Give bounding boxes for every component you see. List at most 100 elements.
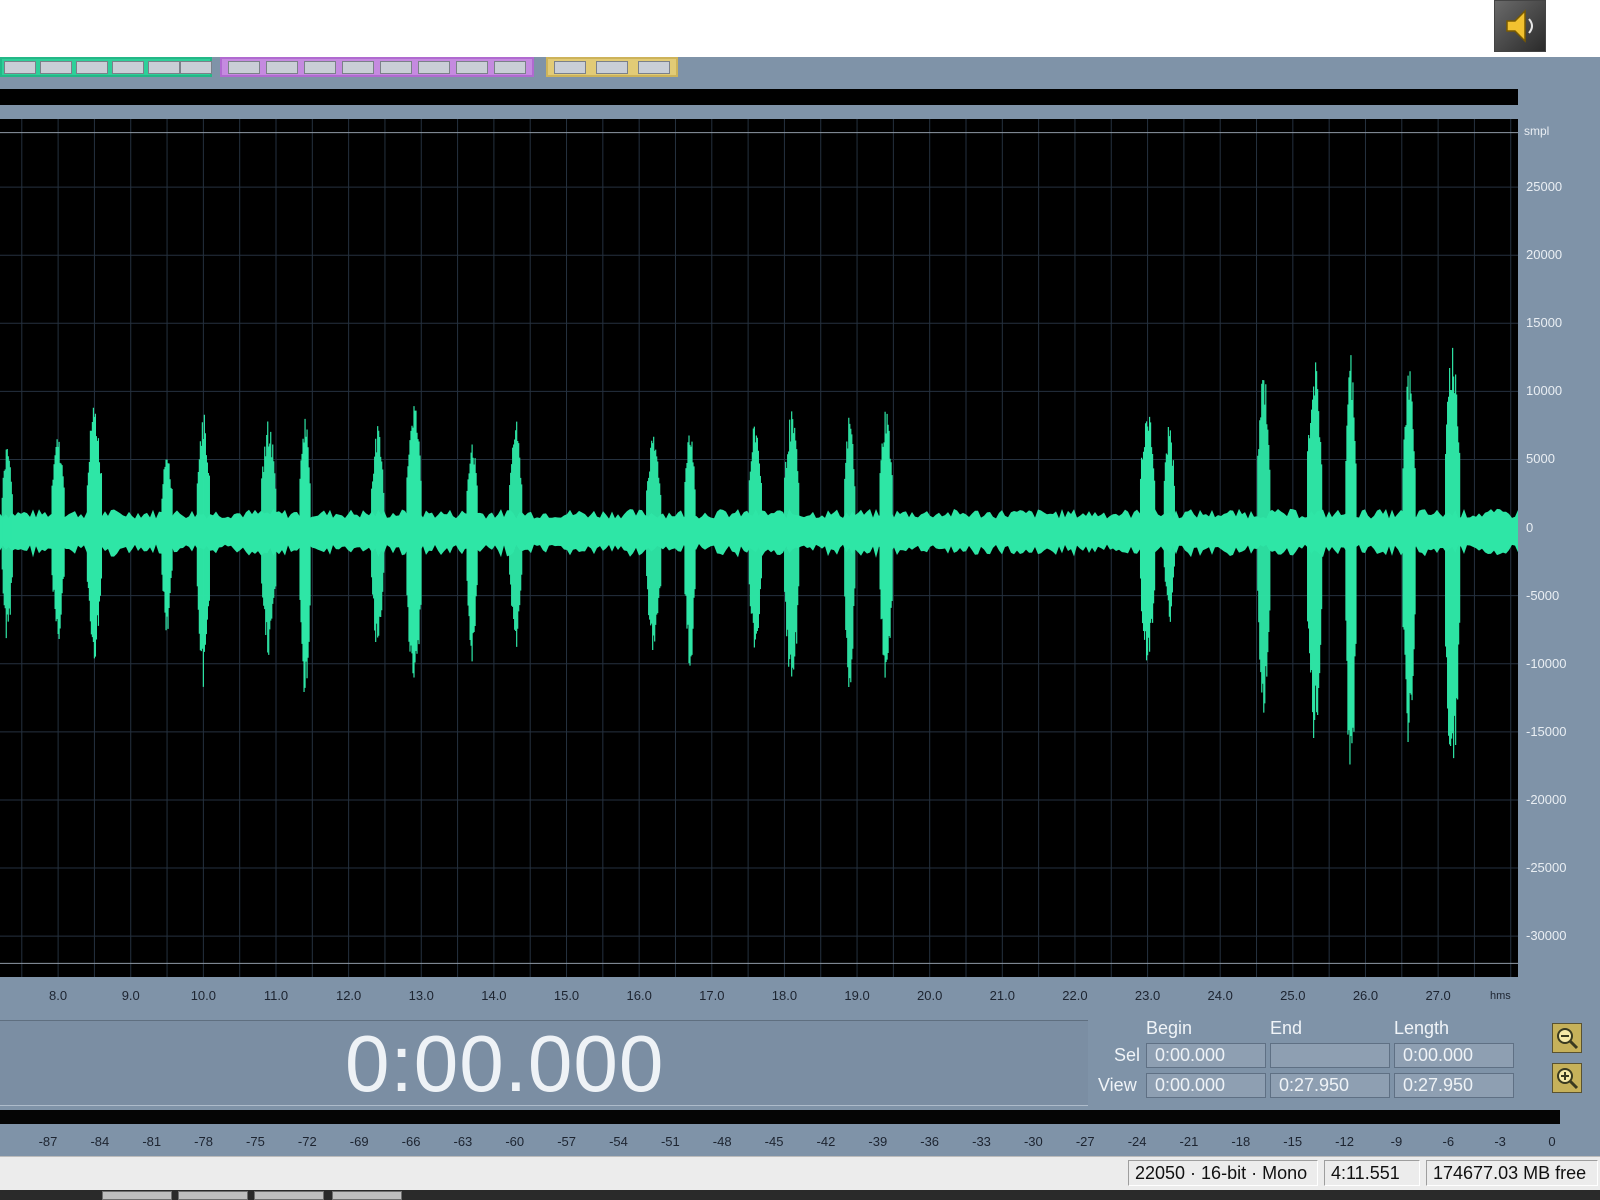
toolbar-button[interactable] (112, 61, 144, 74)
amplitude-tick-label: -10000 (1526, 655, 1567, 671)
status-duration: 4:11.551 (1324, 1160, 1420, 1186)
waveform-burst (261, 421, 277, 655)
toolbar-button[interactable] (638, 61, 670, 74)
toolbar-button[interactable] (228, 61, 260, 74)
level-meter-tick-label: -15 (1283, 1134, 1303, 1149)
waveform-burst (879, 411, 893, 678)
speaker-icon[interactable] (1494, 0, 1546, 52)
sel-begin-field[interactable]: 0:00.000 (1146, 1043, 1266, 1068)
toolbar-button[interactable] (148, 61, 180, 74)
end-header: End (1270, 1018, 1303, 1038)
view-row-label: View (1098, 1075, 1137, 1095)
taskbar-button[interactable] (178, 1191, 248, 1200)
amplitude-tick-label: 15000 (1526, 315, 1563, 331)
waveform-burst (406, 406, 422, 678)
level-meter-tick-label: -21 (1179, 1134, 1199, 1149)
toolbar-button[interactable] (418, 61, 450, 74)
amplitude-unit: smpl (1524, 124, 1550, 138)
toolbar-button[interactable] (4, 61, 36, 74)
toolbar-button[interactable] (304, 61, 336, 74)
waveform-burst (1257, 380, 1271, 713)
waveform-burst (1402, 371, 1416, 742)
waveform-burst (646, 436, 662, 651)
toolbar-group-transport (0, 57, 212, 77)
amplitude-tick-label: -20000 (1526, 791, 1567, 807)
overview-bar[interactable] (0, 89, 1518, 105)
toolbar-button[interactable] (380, 61, 412, 74)
waveform-burst (161, 459, 173, 631)
waveform-burst (1445, 347, 1461, 759)
level-meter-tick-label: -66 (401, 1134, 421, 1149)
level-meter-tick-label: -27 (1075, 1134, 1095, 1149)
level-meter-tick-label: -87 (38, 1134, 58, 1149)
current-time-display: 0:00.000 (345, 1019, 665, 1108)
level-meter-tick-label: -81 (142, 1134, 162, 1149)
toolbar-button[interactable] (342, 61, 374, 74)
time-tick-label: 16.0 (626, 988, 652, 1003)
ruler-corner (1518, 980, 1586, 1002)
level-meter-tick-label: -18 (1231, 1134, 1251, 1149)
level-meter-tick-label: -63 (453, 1134, 473, 1149)
level-meter-tick-label: -51 (660, 1134, 680, 1149)
sel-end-field[interactable] (1270, 1043, 1390, 1068)
amplitude-tick-label: -5000 (1526, 587, 1560, 603)
amplitude-tick-label: 5000 (1526, 451, 1555, 467)
zoom-full-icon[interactable] (1552, 1063, 1582, 1093)
taskbar-button[interactable] (254, 1191, 324, 1200)
time-tick-label: 18.0 (771, 988, 798, 1003)
level-meter-tick-label: -42 (816, 1134, 836, 1149)
level-meter-tick-label: -78 (194, 1134, 213, 1149)
toolbar-button[interactable] (266, 61, 298, 74)
status-format: 22050 · 16-bit · Mono (1128, 1160, 1318, 1186)
length-header: Length (1394, 1018, 1450, 1038)
level-meter-tick-label: -45 (764, 1134, 784, 1149)
time-tick-label: 9.0 (121, 988, 140, 1003)
level-meter-tick-label: -9 (1390, 1134, 1403, 1149)
sel-row-label: Sel (1114, 1045, 1141, 1065)
toolbar-button[interactable] (596, 61, 628, 74)
status-free-space: 174677.03 MB free (1426, 1160, 1598, 1186)
level-meter-tick-label: -84 (90, 1134, 110, 1149)
waveform-burst (86, 407, 103, 659)
toolbar-group-edit (220, 57, 534, 77)
amplitude-tick-label: -25000 (1526, 860, 1567, 876)
amplitude-tick-label: 10000 (1526, 383, 1563, 399)
waveform-view[interactable] (0, 119, 1518, 977)
taskbar-button[interactable] (102, 1191, 172, 1200)
time-tick-label: 14.0 (481, 988, 507, 1003)
view-end-field[interactable]: 0:27.950 (1270, 1073, 1390, 1098)
sel-length-field[interactable]: 0:00.000 (1394, 1043, 1514, 1068)
view-length-field[interactable]: 0:27.950 (1394, 1073, 1514, 1098)
level-meter-tick-label: -60 (505, 1134, 525, 1149)
amplitude-tick-label: 20000 (1526, 247, 1563, 263)
level-meter-tick-label: -12 (1335, 1134, 1354, 1149)
time-tick-label: 27.0 (1425, 988, 1451, 1003)
level-meter-tick-label: -54 (609, 1134, 628, 1149)
time-tick-label: 12.0 (335, 988, 362, 1003)
taskbar-button[interactable] (332, 1191, 402, 1200)
toolbar-button[interactable] (180, 61, 212, 74)
time-tick-label: 20.0 (917, 988, 943, 1003)
waveform-burst (1139, 416, 1156, 661)
zoom-in-icon[interactable] (1552, 1023, 1582, 1053)
waveform-burst (1163, 426, 1175, 622)
toolbar-button[interactable] (40, 61, 72, 74)
level-meter-tick-label: -24 (1127, 1134, 1147, 1149)
begin-header: Begin (1146, 1018, 1193, 1038)
level-meter-tick-label: -33 (972, 1134, 991, 1149)
time-tick-label: 15.0 (553, 988, 580, 1003)
time-tick-label: 13.0 (408, 988, 434, 1003)
time-tick-label: 11.0 (263, 988, 289, 1003)
waveform-burst (784, 411, 800, 677)
level-meter-tick-label: -36 (920, 1134, 940, 1149)
toolbar-button[interactable] (494, 61, 526, 74)
toolbar-button[interactable] (76, 61, 108, 74)
time-tick-label: 22.0 (1062, 988, 1088, 1003)
amplitude-tick-label: 25000 (1526, 179, 1563, 195)
toolbar (0, 57, 1600, 81)
waveform-burst (299, 418, 311, 693)
level-meter-tick-label: -72 (297, 1134, 317, 1149)
toolbar-button[interactable] (456, 61, 488, 74)
toolbar-button[interactable] (554, 61, 586, 74)
view-begin-field[interactable]: 0:00.000 (1146, 1073, 1266, 1098)
